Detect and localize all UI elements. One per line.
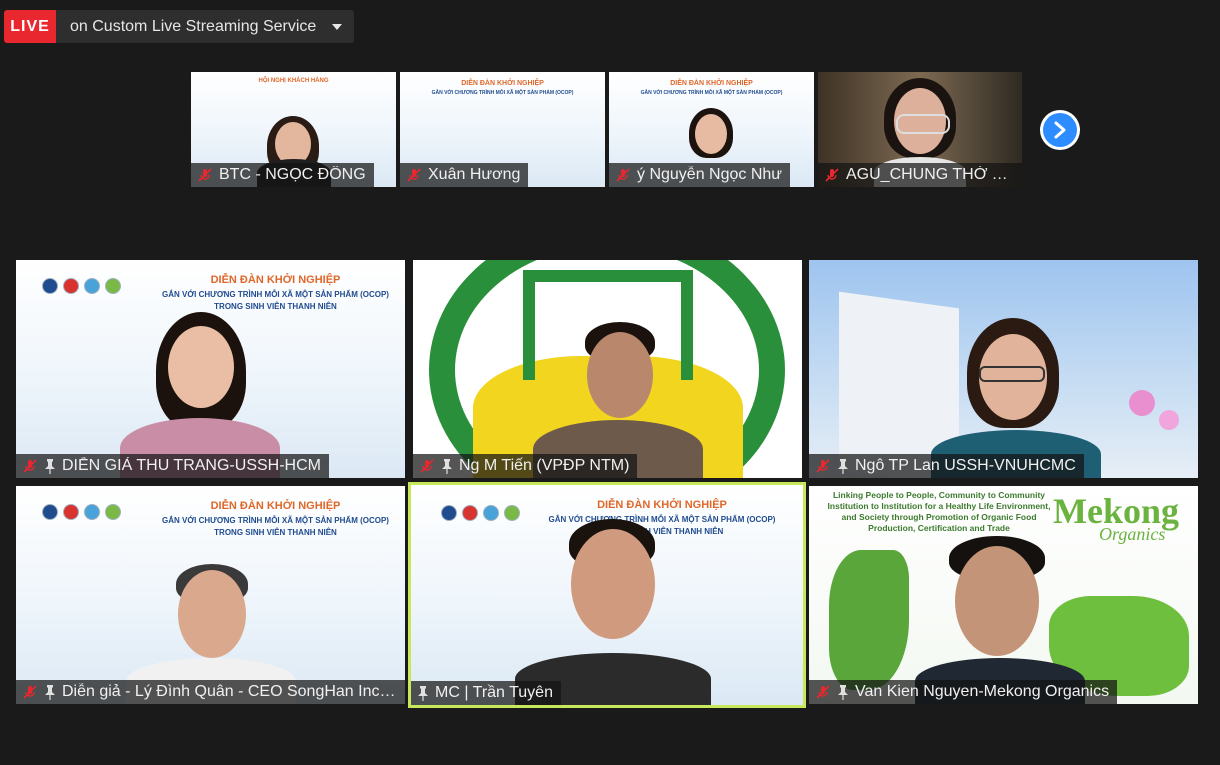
thumbnail-video-2[interactable]: DIỄN ĐÀN KHỞI NGHIỆP GẮN VỚI CHƯƠNG TRÌN… xyxy=(400,72,605,187)
thumbnail-video-4[interactable]: AGU_CHUNG THỜ TH... xyxy=(818,72,1022,187)
chevron-right-icon xyxy=(1054,121,1066,139)
participant-name-tag: DIỄN GIẢ THU TRANG-USSH-HCM xyxy=(16,454,329,478)
thumbnail-video-1[interactable]: HỘI NGHỊ KHÁCH HÀNG BTC - NGỌC ĐÔNG xyxy=(191,72,396,187)
video-tile-3[interactable]: Ngô TP Lan USSH-VNUHCMC xyxy=(809,260,1198,478)
video-tile-2[interactable]: Ng M Tiến (VPĐP NTM) xyxy=(413,260,802,478)
thumbnail-video-3[interactable]: DIỄN ĐÀN KHỞI NGHIỆP GẮN VỚI CHƯƠNG TRÌN… xyxy=(609,72,814,187)
chevron-down-icon xyxy=(332,23,343,30)
muted-mic-icon xyxy=(23,685,37,699)
muted-mic-icon xyxy=(23,459,37,473)
pin-icon xyxy=(418,686,428,701)
live-status-bar: LIVE on Custom Live Streaming Service xyxy=(4,10,355,43)
participant-name-tag: Diễn giả - Lý Đình Quân - CEO SongHan In… xyxy=(16,680,405,704)
live-service-label: on Custom Live Streaming Service xyxy=(70,17,317,35)
muted-mic-icon xyxy=(616,168,630,182)
muted-mic-icon xyxy=(420,459,434,473)
live-service-dropdown[interactable]: on Custom Live Streaming Service xyxy=(56,10,355,43)
participant-name-tag: Ngô TP Lan USSH-VNUHCMC xyxy=(809,454,1084,478)
mekong-brand-sub: Organics xyxy=(1099,524,1166,544)
muted-mic-icon xyxy=(407,168,421,182)
muted-mic-icon xyxy=(816,459,830,473)
video-tile-5-active-speaker[interactable]: DIỄN ĐÀN KHỞI NGHIỆP GẮN VỚI CHƯƠNG TRÌN… xyxy=(408,482,806,708)
participant-name-tag: MC | Trần Tuyên xyxy=(411,681,561,705)
video-tile-4[interactable]: DIỄN ĐÀN KHỞI NGHIỆP GẮN VỚI CHƯƠNG TRÌN… xyxy=(16,486,405,704)
live-badge: LIVE xyxy=(4,10,56,43)
participant-name-tag: Xuân Hương xyxy=(400,163,529,187)
pin-icon xyxy=(45,685,55,700)
muted-mic-icon xyxy=(198,168,212,182)
participant-name-tag: ý Nguyễn Ngọc Như xyxy=(609,163,790,187)
pin-icon xyxy=(45,459,55,474)
participant-name-tag: Ng M Tiến (VPĐP NTM) xyxy=(413,454,638,478)
participant-name-tag: Van Kien Nguyen-Mekong Organics xyxy=(809,680,1118,704)
pin-icon xyxy=(442,459,452,474)
mekong-heading: Linking People to People, Community to C… xyxy=(827,490,1051,533)
participant-name-tag: AGU_CHUNG THỜ TH... xyxy=(818,163,1022,187)
pin-icon xyxy=(838,459,848,474)
muted-mic-icon xyxy=(816,685,830,699)
pin-icon xyxy=(838,685,848,700)
next-page-button[interactable] xyxy=(1040,110,1080,150)
muted-mic-icon xyxy=(825,168,839,182)
video-tile-1[interactable]: DIỄN ĐÀN KHỞI NGHIỆP GẮN VỚI CHƯƠNG TRÌN… xyxy=(16,260,405,478)
video-tile-6[interactable]: Linking People to People, Community to C… xyxy=(809,486,1198,704)
participant-name-tag: BTC - NGỌC ĐÔNG xyxy=(191,163,374,187)
